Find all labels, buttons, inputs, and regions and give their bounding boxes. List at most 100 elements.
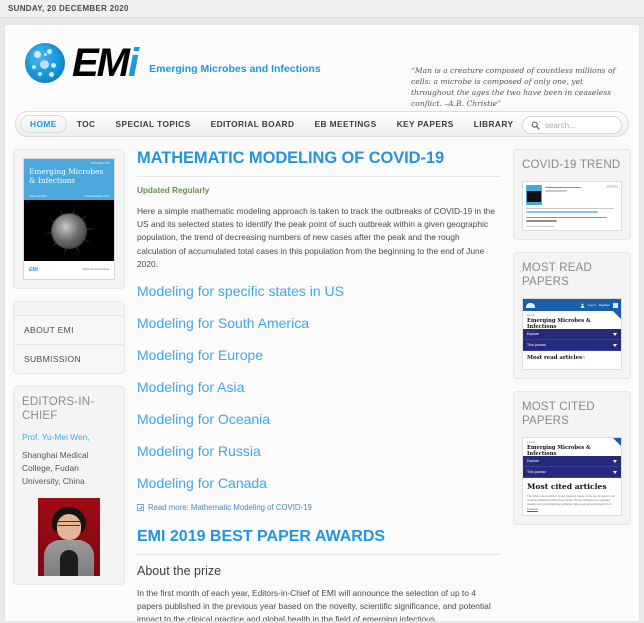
link-modeling-us[interactable]: Modeling for specific states in US — [137, 283, 501, 299]
editor-portrait — [38, 498, 100, 576]
thumb-nav-row-this-journal: This journal — [523, 340, 621, 351]
panel-most-cited-papers: MOST CITED PAPERS Journal Emerging Micro… — [513, 391, 631, 525]
divider — [137, 176, 501, 177]
article-2-body: In the first month of each year, Editors… — [137, 588, 491, 622]
left-sidebar: ISSN 2222-1751 Emerging Microbes & Infec… — [13, 149, 125, 597]
thumb-journal-lines — [545, 185, 603, 205]
nav-item-editorial-board[interactable]: EDITORIAL BOARD — [201, 115, 305, 133]
corner-flag-icon — [613, 311, 621, 319]
corner-flag-icon-2 — [613, 438, 621, 446]
thumb-login-label: Log in — [587, 303, 596, 307]
most-cited-thumbnail[interactable]: Journal Emerging Microbes & Infections E… — [522, 437, 622, 516]
thumb-nav-this-journal-label: This journal — [527, 343, 546, 347]
editors-in-chief-card: EDITORS-IN-CHIEF Prof. Yu-Mei Wen, Shang… — [13, 386, 125, 585]
journal-cover-image[interactable]: ISSN 2222-1751 Emerging Microbes & Infec… — [23, 158, 115, 280]
thumb-journal-name: Emerging Microbes & Infections — [527, 318, 591, 330]
search-box[interactable] — [522, 116, 622, 134]
virus-illustration-icon — [52, 213, 86, 248]
cover-meta: Volume 9 2020 www.tandfonline.com — [29, 195, 109, 198]
covid-trend-thumbnail[interactable] — [522, 181, 622, 231]
thumb-journal-cover-icon — [526, 185, 542, 205]
header-quote: “Man is a creature composed of countless… — [411, 66, 616, 108]
page-container: EMi Emerging Microbes and Infections “Ma… — [4, 24, 640, 622]
cover-footer: EMi Taylor & Francis Group — [24, 261, 114, 279]
thumb-register-label: Register — [598, 303, 610, 307]
editor-name[interactable]: Prof. Yu-Mei Wen, — [22, 432, 116, 442]
masthead: EMi Emerging Microbes and Infections “Ma… — [5, 25, 639, 111]
thumb-nav-2: Explore This journal — [523, 456, 621, 478]
panel-most-read-papers-title: MOST READ PAPERS — [522, 262, 592, 288]
thumb-header-row — [526, 185, 618, 205]
crossref-link[interactable]: Crossref — [527, 507, 538, 511]
link-modeling-canada[interactable]: Modeling for Canada — [137, 475, 501, 491]
cover-artwork — [24, 200, 114, 261]
thumb-journal-header-2: Journal Emerging Microbes & Infections — [523, 438, 621, 457]
thumb-nav-row-explore: Explore — [523, 329, 621, 340]
cover-site-note: www.tandfonline.com — [84, 195, 109, 198]
cover-publisher: Taylor & Francis Group — [82, 268, 109, 272]
journal-subtitle: Emerging Microbes and Infections — [149, 63, 321, 75]
thumb-nav-row-explore-2: Explore — [523, 456, 621, 467]
nav-item-key-papers[interactable]: KEY PAPERS — [387, 115, 464, 133]
nav-item-special-topics[interactable]: SPECIAL TOPICS — [105, 115, 200, 133]
cover-issue-note: Volume 9 2020 — [29, 195, 47, 198]
current-date: SUNDAY, 20 DECEMBER 2020 — [8, 4, 129, 13]
nav-item-home[interactable]: HOME — [20, 115, 67, 133]
nav-item-toc[interactable]: TOC — [67, 115, 106, 133]
article-1-title[interactable]: MATHEMATIC MODELING OF COVID-19 — [137, 149, 501, 168]
journal-cover-card: ISSN 2222-1751 Emerging Microbes & Infec… — [13, 149, 125, 289]
thumb-nav-this-journal-label-2: This journal — [527, 470, 546, 474]
cover-logo: EMi — [29, 267, 38, 273]
thumb-footer-2: Most cited articles The 'Most cited arti… — [523, 478, 621, 515]
thumb-description: The 'Most cited articles' count citation… — [527, 494, 617, 511]
search-input[interactable] — [545, 120, 613, 130]
read-more-label: Read more: Mathematic Modeling of COVID-… — [148, 503, 312, 513]
panel-most-cited-papers-title: MOST CITED PAPERS — [522, 401, 595, 427]
thumb-journal-name-2: Emerging Microbes & Infections — [527, 445, 591, 457]
most-read-thumbnail[interactable]: Log in Register Journal Emerging Microbe… — [522, 298, 622, 370]
editors-in-chief-title: EDITORS-IN-CHIEF — [22, 396, 95, 422]
site-logo[interactable]: EMi Emerging Microbes and Infections — [19, 39, 321, 83]
microbe-logo-icon — [25, 43, 65, 83]
logo-wordmark-text: EM — [72, 41, 130, 85]
article-2-subheading: About the prize — [137, 564, 222, 579]
nav-items: HOME TOC SPECIAL TOPICS EDITORIAL BOARD … — [16, 112, 524, 136]
chevron-down-icon-2 — [613, 343, 617, 347]
thumb-heading: Most read articles» — [527, 355, 617, 361]
panel-covid-19-trend: COVID-19 TREND — [513, 149, 631, 240]
read-more-link[interactable]: Read more: Mathematic Modeling of COVID-… — [137, 503, 501, 512]
thumb-nav-row-this-journal-2: This journal — [523, 467, 621, 478]
nav-item-library[interactable]: LIBRARY — [464, 115, 524, 133]
thumb-heading-text: Most read articles — [527, 355, 583, 361]
link-modeling-oceania[interactable]: Modeling for Oceania — [137, 411, 501, 427]
thumb-footer: Most read articles» — [523, 351, 621, 365]
link-modeling-asia[interactable]: Modeling for Asia — [137, 379, 501, 395]
menu-icon — [613, 302, 618, 308]
expand-icon — [137, 504, 144, 512]
link-modeling-europe[interactable]: Modeling for Europe — [137, 347, 501, 363]
article-2-title[interactable]: EMI 2019 BEST PAPER AWARDS — [137, 528, 501, 546]
thumb-nav: Explore This journal — [523, 329, 621, 351]
cover-header: ISSN 2222-1751 Emerging Microbes & Infec… — [24, 159, 114, 200]
sidebar-item-submission[interactable]: SUBMISSION — [14, 345, 124, 373]
thumb-kicker: Journal — [527, 314, 535, 317]
thumb-heading-arrow: » — [582, 355, 586, 361]
thumb-description-post: . — [537, 506, 539, 511]
primary-navigation: HOME TOC SPECIAL TOPICS EDITORIAL BOARD … — [15, 111, 629, 137]
thumb-nav-explore-label: Explore — [527, 332, 540, 336]
thumb-nav-explore-label-2: Explore — [527, 459, 540, 463]
link-modeling-south-america[interactable]: Modeling for South America — [137, 315, 501, 331]
content-columns: ISSN 2222-1751 Emerging Microbes & Infec… — [5, 137, 639, 622]
sidebar-item-about-emi[interactable]: ABOUT EMI — [14, 316, 124, 345]
nav-item-eb-meetings[interactable]: EB MEETINGS — [304, 115, 386, 133]
link-modeling-russia[interactable]: Modeling for Russia — [137, 443, 501, 459]
chevron-down-icon — [613, 332, 617, 336]
thumb-topbar: Log in Register — [523, 299, 621, 311]
chevron-down-icon-4 — [613, 470, 617, 474]
thumb-body-lines — [526, 216, 618, 230]
cover-corner-note: ISSN 2222-1751 — [90, 162, 110, 165]
right-sidebar: COVID-19 TREND MOST READ PAPERS Log in R… — [513, 149, 631, 537]
user-icon — [580, 303, 585, 308]
tandf-logo-icon — [526, 302, 535, 308]
article-1-updated: Updated Regularly — [137, 186, 210, 195]
